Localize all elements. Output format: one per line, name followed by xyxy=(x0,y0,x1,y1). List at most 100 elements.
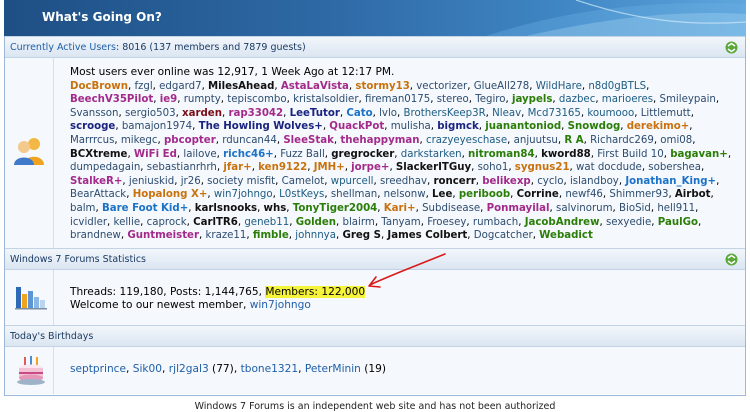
online-user-link[interactable]: mulisha xyxy=(391,121,431,132)
birthday-member-link[interactable]: tbone1321 xyxy=(241,363,299,375)
online-user-link[interactable]: Tegiro xyxy=(475,94,505,105)
online-user-link[interactable]: R A xyxy=(564,135,583,146)
online-user-link[interactable]: StalkeR+ xyxy=(70,176,122,187)
online-user-link[interactable]: omi08 xyxy=(660,135,692,146)
birthday-member-link[interactable]: PeterMinin xyxy=(305,363,361,375)
online-user-link[interactable]: BioSid xyxy=(619,203,651,214)
online-user-link[interactable]: blairm xyxy=(343,217,375,228)
online-user-link[interactable]: Jonathan_King+ xyxy=(625,176,716,187)
online-user-link[interactable]: belikexp xyxy=(482,176,530,187)
online-user-link[interactable]: periboob xyxy=(459,189,510,200)
online-user-link[interactable]: soho1 xyxy=(478,162,509,173)
online-user-link[interactable]: geneb11 xyxy=(244,217,289,228)
newest-member-link[interactable]: win7johngo xyxy=(250,299,311,311)
birthday-member-link[interactable]: rjl2gal3 xyxy=(169,363,209,375)
online-user-link[interactable]: Greg S xyxy=(342,230,380,241)
online-user-link[interactable]: karlsnooks xyxy=(195,203,257,214)
online-user-link[interactable]: pbcopter xyxy=(164,135,216,146)
online-user-link[interactable]: bagavan+ xyxy=(670,149,728,160)
online-user-link[interactable]: johnnya xyxy=(295,230,336,241)
online-user-link[interactable]: PaulGo xyxy=(658,217,698,228)
online-user-link[interactable]: Nleav xyxy=(492,108,521,119)
online-user-link[interactable]: gregrocker xyxy=(331,149,394,160)
online-user-link[interactable]: icvidler xyxy=(70,217,107,228)
online-user-link[interactable]: kristalsoldier xyxy=(293,94,358,105)
online-user-link[interactable]: kraze11 xyxy=(205,230,246,241)
online-user-link[interactable]: wat docdude xyxy=(576,162,642,173)
online-user-link[interactable]: ken9122 xyxy=(258,162,307,173)
online-user-link[interactable]: jr26 xyxy=(181,176,201,187)
online-user-link[interactable]: jaypels xyxy=(512,94,552,105)
online-user-link[interactable]: vectorizer xyxy=(416,81,467,92)
online-user-link[interactable]: Camelot xyxy=(282,176,325,187)
collapse-toggle-icon[interactable] xyxy=(725,253,738,266)
online-user-link[interactable]: darkstarken xyxy=(401,149,462,160)
online-user-link[interactable]: fimble xyxy=(253,230,289,241)
online-user-link[interactable]: juanantoniod xyxy=(485,121,561,132)
online-user-link[interactable]: Bare Foot Kid+ xyxy=(102,203,188,214)
online-user-link[interactable]: Froesey xyxy=(427,217,466,228)
online-user-link[interactable]: TonyTiger2004 xyxy=(293,203,378,214)
online-user-link[interactable]: SleeStak xyxy=(283,135,334,146)
online-user-link[interactable]: crazyeyeschase xyxy=(426,135,507,146)
online-user-link[interactable]: dazbec xyxy=(559,94,595,105)
online-user-link[interactable]: WildHare xyxy=(536,81,582,92)
online-user-link[interactable]: whs xyxy=(264,203,287,214)
online-user-link[interactable]: Shimmer93 xyxy=(609,189,668,200)
online-user-link[interactable]: thehappyman xyxy=(340,135,419,146)
online-user-link[interactable]: ie9 xyxy=(160,94,178,105)
online-user-link[interactable]: sygnus21 xyxy=(515,162,570,173)
online-user-link[interactable]: hell911 xyxy=(657,203,695,214)
online-user-link[interactable]: Tanyam xyxy=(381,217,420,228)
online-user-link[interactable]: mikegc xyxy=(121,135,158,146)
online-user-link[interactable]: Hopalong X+ xyxy=(133,189,208,200)
online-user-link[interactable]: JacobAndrew xyxy=(525,217,600,228)
online-user-link[interactable]: derekimo+ xyxy=(627,121,690,132)
online-user-link[interactable]: rap33042 xyxy=(228,108,283,119)
online-user-link[interactable]: Golden xyxy=(296,217,336,228)
online-user-link[interactable]: roncerr xyxy=(433,176,475,187)
online-user-link[interactable]: BCXtreme xyxy=(70,149,127,160)
online-user-link[interactable]: Webadict xyxy=(539,230,593,241)
online-user-link[interactable]: bamajon1974 xyxy=(122,121,192,132)
online-user-link[interactable]: lailove xyxy=(183,149,216,160)
online-user-link[interactable]: Corrine xyxy=(517,189,559,200)
online-user-link[interactable]: WiFi Ed xyxy=(134,149,177,160)
online-user-link[interactable]: Cato xyxy=(346,108,372,119)
online-user-link[interactable]: kword88 xyxy=(541,149,591,160)
online-user-link[interactable]: brandnew xyxy=(70,230,121,241)
online-user-link[interactable]: The Howling Wolves+ xyxy=(199,121,323,132)
online-user-link[interactable]: nitroman84 xyxy=(468,149,535,160)
online-user-link[interactable]: marioeres xyxy=(602,94,653,105)
online-user-link[interactable]: society misfit xyxy=(207,176,275,187)
online-user-link[interactable]: edgard7 xyxy=(159,81,201,92)
online-user-link[interactable]: rumpty xyxy=(184,94,221,105)
online-user-link[interactable]: tepiscombo xyxy=(227,94,286,105)
online-user-link[interactable]: BrothersKeep3R xyxy=(404,108,486,119)
online-user-link[interactable]: stereo xyxy=(437,94,469,105)
online-user-link[interactable]: sexyedie xyxy=(606,217,651,228)
online-user-link[interactable]: fireman0175 xyxy=(365,94,430,105)
online-user-link[interactable]: Subdisease xyxy=(422,203,480,214)
online-user-link[interactable]: wpurcell xyxy=(331,176,374,187)
online-user-link[interactable]: scrooge xyxy=(70,121,115,132)
online-user-link[interactable]: salvinorum xyxy=(556,203,613,214)
online-user-link[interactable]: SlackerITGuy xyxy=(396,162,471,173)
online-user-link[interactable]: rumbach xyxy=(473,217,518,228)
online-user-link[interactable]: shellman xyxy=(331,189,377,200)
online-user-link[interactable]: BeechV35Pilot xyxy=(70,94,153,105)
online-user-link[interactable]: Littlemutt xyxy=(641,108,691,119)
online-user-link[interactable]: balm xyxy=(70,203,95,214)
online-user-link[interactable]: GlueAll278 xyxy=(474,81,530,92)
online-user-link[interactable]: Marrrcus xyxy=(70,135,114,146)
online-user-link[interactable]: DocBrown xyxy=(70,81,128,92)
online-user-link[interactable]: win7johngo xyxy=(214,189,273,200)
online-user-link[interactable]: newf46 xyxy=(565,189,603,200)
online-user-link[interactable]: islandboy xyxy=(570,176,619,187)
online-user-link[interactable]: MilesAhead xyxy=(208,81,274,92)
online-user-link[interactable]: LeeTutor xyxy=(290,108,340,119)
online-user-link[interactable]: QuackPot xyxy=(329,121,384,132)
online-user-link[interactable]: sreedhav xyxy=(380,176,427,187)
online-user-link[interactable]: CarlTR6 xyxy=(193,217,238,228)
online-user-link[interactable]: Airbot xyxy=(675,189,711,200)
